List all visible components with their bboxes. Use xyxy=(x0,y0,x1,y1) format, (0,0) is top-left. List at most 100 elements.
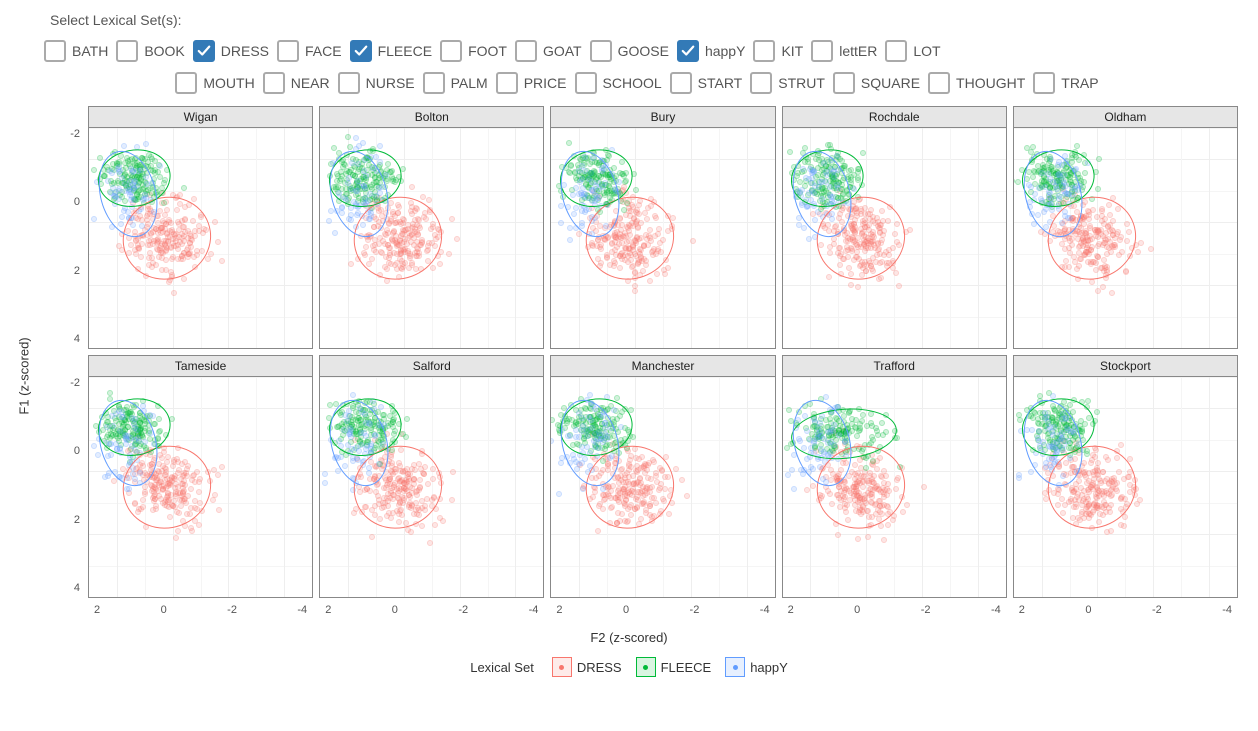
data-point xyxy=(449,216,455,222)
x-tick: -2 xyxy=(1152,604,1162,626)
checkbox-dress[interactable]: DRESS xyxy=(193,40,269,62)
checkbox-price[interactable]: PRICE xyxy=(496,72,567,94)
data-point xyxy=(216,507,222,513)
checkbox-strut[interactable]: STRUT xyxy=(750,72,825,94)
data-point xyxy=(823,394,829,400)
checkbox-lot[interactable]: LOT xyxy=(885,40,940,62)
data-point xyxy=(673,466,679,472)
checkbox-box[interactable] xyxy=(193,40,215,62)
data-point xyxy=(143,141,149,147)
checkbox-box[interactable] xyxy=(350,40,372,62)
checkbox-label: LOT xyxy=(913,43,940,59)
checkbox-happy[interactable]: happY xyxy=(677,40,745,62)
data-point xyxy=(91,167,97,173)
checkbox-box[interactable] xyxy=(175,72,197,94)
legend-dot xyxy=(643,665,648,670)
data-point xyxy=(1096,156,1102,162)
checkbox-fleece[interactable]: FLEECE xyxy=(350,40,432,62)
checkbox-box[interactable] xyxy=(753,40,775,62)
legend-title: Lexical Set xyxy=(470,660,534,675)
checkbox-school[interactable]: SCHOOL xyxy=(575,72,662,94)
data-point xyxy=(426,197,432,203)
checkbox-box[interactable] xyxy=(811,40,833,62)
checkbox-book[interactable]: BOOK xyxy=(116,40,184,62)
checkbox-foot[interactable]: FOOT xyxy=(440,40,507,62)
facet-tameside: Tameside xyxy=(88,355,313,598)
checkbox-square[interactable]: SQUARE xyxy=(833,72,920,94)
facet-title: Trafford xyxy=(783,356,1006,377)
facet-title: Wigan xyxy=(89,107,312,128)
data-point xyxy=(1050,393,1056,399)
checkbox-bath[interactable]: BATH xyxy=(44,40,108,62)
facet-bolton: Bolton xyxy=(319,106,544,349)
checkbox-goat[interactable]: GOAT xyxy=(515,40,582,62)
checkbox-near[interactable]: NEAR xyxy=(263,72,330,94)
checkbox-box[interactable] xyxy=(263,72,285,94)
checkbox-goose[interactable]: GOOSE xyxy=(590,40,669,62)
checkbox-palm[interactable]: PALM xyxy=(423,72,488,94)
checkbox-label: PALM xyxy=(451,75,488,91)
data-point xyxy=(420,194,426,200)
checkbox-letter[interactable]: lettER xyxy=(811,40,877,62)
data-point xyxy=(1030,144,1036,150)
data-point xyxy=(558,460,564,466)
x-tick: 2 xyxy=(94,604,100,626)
checkbox-row-1: BATH BOOK DRESS FACE FLEECE FOOT GOAT GOOSE happ… xyxy=(44,38,1238,64)
checkbox-box[interactable] xyxy=(515,40,537,62)
checkbox-mouth[interactable]: MOUTH xyxy=(175,72,254,94)
data-point xyxy=(191,196,197,202)
checkbox-label: GOOSE xyxy=(618,43,669,59)
facet-plot xyxy=(551,377,774,597)
checkbox-box[interactable] xyxy=(833,72,855,94)
checkbox-box[interactable] xyxy=(338,72,360,94)
data-point xyxy=(91,216,97,222)
checkbox-box[interactable] xyxy=(44,40,66,62)
data-point xyxy=(556,491,562,497)
checkbox-box[interactable] xyxy=(423,72,445,94)
checkbox-box[interactable] xyxy=(277,40,299,62)
checkbox-start[interactable]: START xyxy=(670,72,743,94)
y-tick: 2 xyxy=(74,265,80,277)
data-point xyxy=(835,532,841,538)
checkbox-label: START xyxy=(698,75,743,91)
facet-title: Bolton xyxy=(320,107,543,128)
data-point xyxy=(173,535,179,541)
legend: Lexical Set DRESSFLEECEhappY xyxy=(20,657,1238,677)
checkbox-kit[interactable]: KIT xyxy=(753,40,803,62)
checkbox-box[interactable] xyxy=(885,40,907,62)
checkbox-label: GOAT xyxy=(543,43,582,59)
checkbox-label: FOOT xyxy=(468,43,507,59)
data-point xyxy=(409,184,415,190)
checkbox-trap[interactable]: TRAP xyxy=(1033,72,1098,94)
checkbox-thought[interactable]: THOUGHT xyxy=(928,72,1025,94)
checkbox-box[interactable] xyxy=(670,72,692,94)
data-point xyxy=(654,271,660,277)
y-tick: 0 xyxy=(74,445,80,457)
data-point xyxy=(437,515,443,521)
checkbox-box[interactable] xyxy=(440,40,462,62)
checkbox-box[interactable] xyxy=(928,72,950,94)
checkbox-box[interactable] xyxy=(575,72,597,94)
checkbox-box[interactable] xyxy=(590,40,612,62)
checkbox-nurse[interactable]: NURSE xyxy=(338,72,415,94)
data-point xyxy=(558,220,564,226)
checkbox-box[interactable] xyxy=(677,40,699,62)
checkbox-box[interactable] xyxy=(750,72,772,94)
checkbox-label: NEAR xyxy=(291,75,330,91)
data-point xyxy=(219,464,225,470)
checkbox-label: PRICE xyxy=(524,75,567,91)
facet-plot xyxy=(89,128,312,348)
facet-plot xyxy=(320,128,543,348)
data-point xyxy=(1148,246,1154,252)
data-point xyxy=(212,219,218,225)
checkbox-box[interactable] xyxy=(1033,72,1055,94)
data-point xyxy=(1028,469,1034,475)
checkbox-box[interactable] xyxy=(496,72,518,94)
facet-plot xyxy=(1014,377,1237,597)
legend-dot xyxy=(733,665,738,670)
data-point xyxy=(400,166,406,172)
checkbox-box[interactable] xyxy=(116,40,138,62)
checkbox-label: FLEECE xyxy=(378,43,432,59)
checkbox-face[interactable]: FACE xyxy=(277,40,342,62)
x-tick: 2 xyxy=(556,604,562,626)
